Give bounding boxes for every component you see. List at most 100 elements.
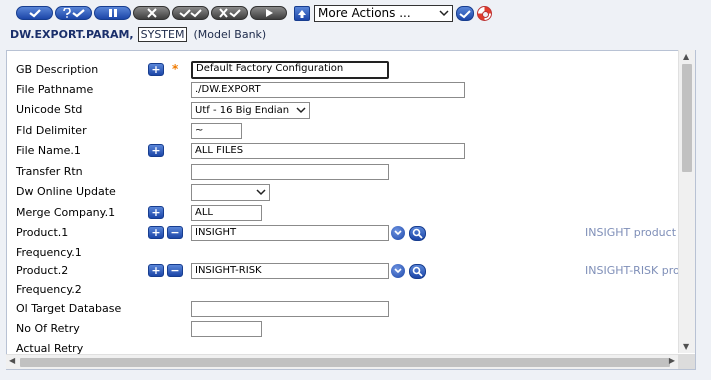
gb-description-input[interactable]: Default Factory Configuration: [191, 61, 389, 79]
x-icon: [146, 8, 157, 18]
vertical-scroll-thumb[interactable]: [682, 64, 692, 172]
ol-target-database-label: Ol Target Database: [16, 302, 122, 315]
reverse-button[interactable]: [211, 6, 248, 20]
arrow-up-icon: [298, 9, 306, 18]
plus-icon: +: [151, 226, 161, 239]
row-frequency-2: Frequency.2: [7, 281, 679, 299]
dw-online-update-select[interactable]: [191, 184, 270, 201]
up-arrow-button[interactable]: [294, 6, 310, 21]
row-product-2: Product.2 + − INSIGHT-RISK INSIGHT-RISK …: [7, 262, 687, 280]
company-code[interactable]: SYSTEM: [137, 27, 188, 42]
scroll-left-icon[interactable]: ◀: [9, 356, 15, 365]
next-button[interactable]: [250, 6, 287, 20]
product-2-enrichment: INSIGHT-RISK prod: [585, 264, 687, 277]
more-actions-value: More Actions ...: [318, 6, 411, 20]
chevron-down-icon: [439, 10, 449, 17]
dropdown-icon[interactable]: [391, 226, 405, 240]
hold-button[interactable]: [94, 6, 131, 20]
row-transfer-rtn: Transfer Rtn: [7, 163, 679, 181]
question-check-icon: [62, 8, 85, 18]
required-icon: *: [172, 62, 179, 76]
delete-multivalue-button[interactable]: −: [167, 226, 183, 239]
delete-multivalue-button[interactable]: −: [167, 264, 183, 277]
plus-icon: +: [151, 63, 161, 76]
merge-company-1-input[interactable]: ALL: [191, 205, 262, 221]
chevron-down-icon: [256, 189, 266, 196]
fld-delimiter-input[interactable]: ~: [191, 123, 242, 139]
check-icon: [459, 9, 471, 18]
go-button[interactable]: [456, 6, 474, 21]
double-check-icon: [178, 9, 202, 18]
scroll-down-icon[interactable]: ▼: [683, 342, 689, 351]
unicode-std-select[interactable]: Utf - 16 Big Endian: [191, 102, 310, 119]
unicode-std-value: Utf - 16 Big Endian: [195, 105, 290, 116]
file-name-1-input[interactable]: ALL FILES: [191, 143, 465, 159]
scrollbar-corner: [678, 354, 695, 369]
unicode-std-label: Unicode Std: [16, 103, 83, 116]
plus-icon: +: [151, 264, 161, 277]
scroll-right-icon[interactable]: ▶: [669, 356, 675, 365]
horizontal-scrollbar[interactable]: ◀ ▶: [6, 354, 678, 369]
vertical-scrollbar[interactable]: ▲ ▼: [678, 50, 695, 353]
product-1-input[interactable]: INSIGHT: [191, 225, 389, 241]
row-unicode-std: Unicode Std Utf - 16 Big Endian: [7, 101, 679, 119]
company-name: (Model Bank): [193, 28, 267, 41]
transfer-rtn-input[interactable]: [191, 164, 389, 180]
minus-icon: −: [170, 226, 180, 239]
file-pathname-label: File Pathname: [16, 83, 94, 96]
expand-multivalue-button[interactable]: +: [148, 264, 164, 277]
minus-icon: −: [170, 264, 180, 277]
row-merge-company-1: Merge Company.1 + ALL: [7, 204, 679, 222]
file-pathname-input[interactable]: ./DW.EXPORT: [191, 82, 465, 98]
gb-description-label: GB Description: [16, 63, 99, 76]
commit-button[interactable]: [16, 6, 53, 20]
product-1-label: Product.1: [16, 226, 69, 239]
scroll-up-icon[interactable]: ▲: [683, 52, 689, 61]
authorise-button[interactable]: [172, 6, 209, 20]
application-name: DW.EXPORT.PARAM,: [10, 28, 134, 41]
magnifier-icon[interactable]: [409, 264, 426, 279]
plus-icon: +: [151, 206, 161, 219]
no-of-retry-label: No Of Retry: [16, 322, 80, 335]
magnifier-icon[interactable]: [409, 226, 426, 241]
play-icon: [265, 9, 273, 17]
product-2-input[interactable]: INSIGHT-RISK: [191, 263, 389, 279]
product-1-enrichment: INSIGHT product: [585, 226, 677, 239]
validate-button[interactable]: [55, 6, 92, 20]
breadcrumb: DW.EXPORT.PARAM, SYSTEM (Model Bank): [10, 27, 266, 42]
transfer-rtn-label: Transfer Rtn: [16, 165, 83, 178]
row-frequency-1: Frequency.1: [7, 244, 679, 262]
frequency-2-label: Frequency.2: [16, 283, 82, 296]
expand-multivalue-button[interactable]: +: [148, 226, 164, 239]
dropdown-icon[interactable]: [391, 264, 405, 278]
row-fld-delimiter: Fld Delimiter ~: [7, 122, 679, 140]
row-product-1: Product.1 + − INSIGHT INSIGHT product: [7, 224, 679, 242]
row-file-pathname: File Pathname ./DW.EXPORT: [7, 81, 679, 99]
row-ol-target-database: Ol Target Database: [7, 300, 679, 318]
toolbar: More Actions ...: [0, 0, 711, 27]
row-dw-online-update: Dw Online Update: [7, 183, 679, 201]
x-check-icon: [218, 8, 241, 18]
more-actions-select[interactable]: More Actions ...: [314, 5, 453, 22]
check-icon: [28, 9, 41, 18]
fld-delimiter-label: Fld Delimiter: [16, 124, 87, 137]
frequency-1-label: Frequency.1: [16, 246, 82, 259]
no-of-retry-input[interactable]: [191, 321, 262, 337]
lifebuoy-help-icon[interactable]: [477, 6, 492, 21]
merge-company-1-label: Merge Company.1: [16, 206, 116, 219]
expand-multivalue-button[interactable]: +: [148, 144, 164, 157]
pause-icon: [108, 9, 117, 17]
expand-multivalue-button[interactable]: +: [148, 63, 164, 76]
horizontal-scroll-thumb[interactable]: [20, 358, 670, 367]
product-2-label: Product.2: [16, 264, 69, 277]
row-gb-description: GB Description + * Default Factory Confi…: [7, 61, 679, 79]
dw-online-update-label: Dw Online Update: [16, 185, 116, 198]
delete-button[interactable]: [133, 6, 170, 20]
row-no-of-retry: No Of Retry: [7, 320, 679, 338]
ol-target-database-input[interactable]: [191, 301, 389, 317]
chevron-down-icon: [296, 107, 306, 114]
record-form: GB Description + * Default Factory Confi…: [6, 50, 696, 370]
row-file-name-1: File Name.1 + ALL FILES: [7, 142, 679, 160]
plus-icon: +: [151, 144, 161, 157]
expand-multivalue-button[interactable]: +: [148, 206, 164, 219]
